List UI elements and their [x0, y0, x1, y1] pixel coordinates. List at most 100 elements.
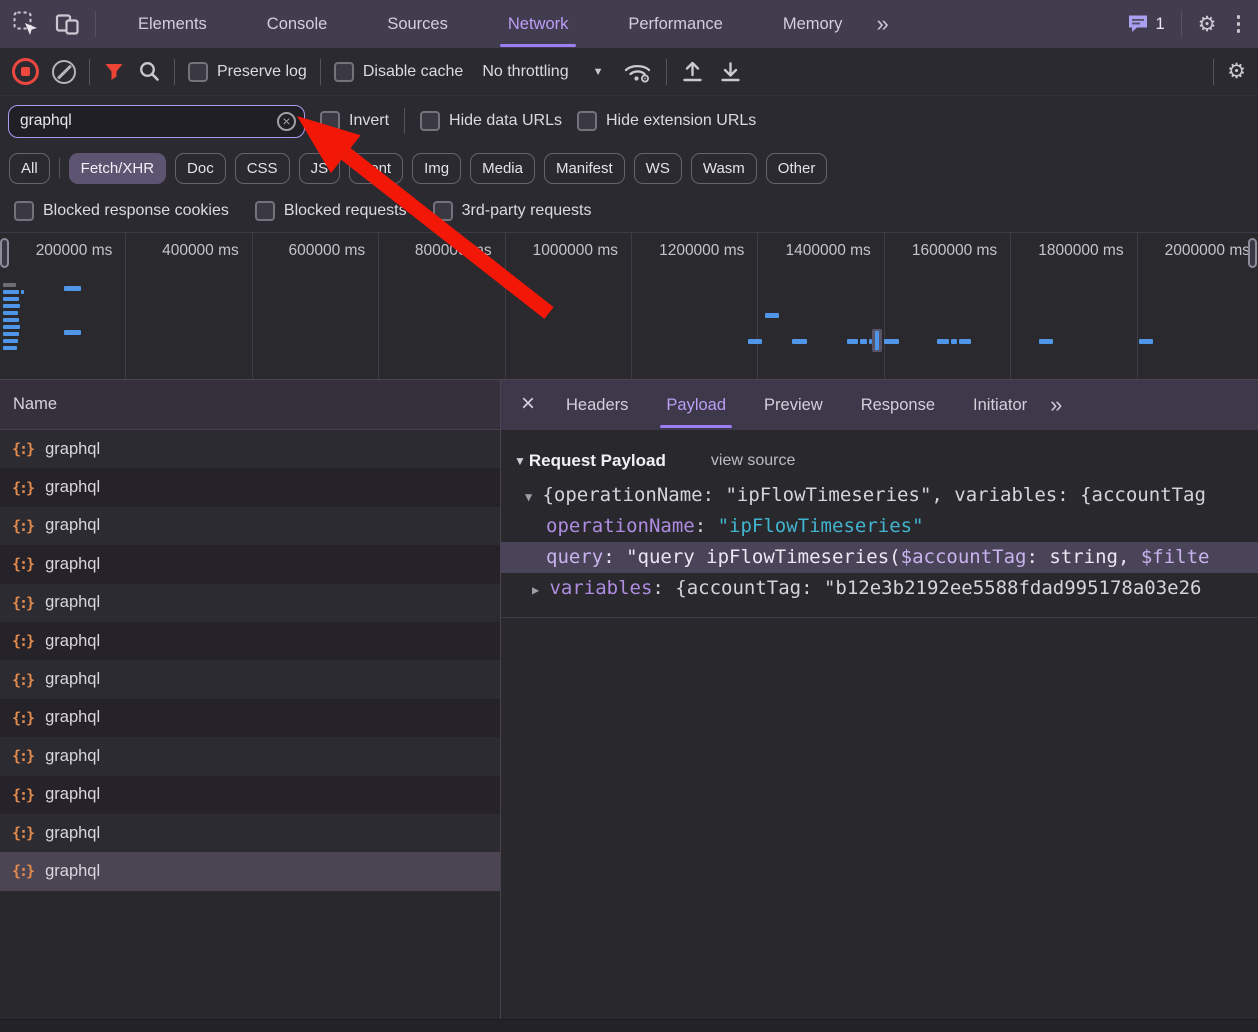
throttling-select[interactable]: No throttling ▼	[482, 63, 603, 81]
tab-memory[interactable]: Memory	[783, 0, 843, 48]
export-har-icon[interactable]	[718, 59, 743, 84]
tab-performance[interactable]: Performance	[628, 0, 722, 48]
type-chips: All Fetch/XHR Doc CSS JS Font Img Media Manifest…	[0, 146, 1258, 190]
request-row[interactable]: {:}graphql	[0, 507, 500, 545]
chevron-down-icon: ▼	[593, 66, 604, 78]
blocked-requests-checkbox[interactable]: Blocked requests	[255, 201, 407, 221]
more-details-tabs-button[interactable]: »	[1046, 394, 1066, 416]
search-icon[interactable]	[138, 60, 161, 83]
network-conditions-icon[interactable]	[622, 59, 653, 84]
chip-media[interactable]: Media	[470, 153, 535, 184]
chip-other[interactable]: Other	[766, 153, 828, 184]
section-caret-icon[interactable]: ▼	[514, 454, 526, 468]
timeline-overview[interactable]: 200000 ms400000 ms600000 ms800000 ms1000…	[0, 232, 1258, 380]
timeline-bar	[937, 339, 949, 344]
device-toolbar-icon[interactable]	[54, 12, 81, 37]
checkbox[interactable]	[433, 201, 453, 221]
payload-line[interactable]: operationName: "ipFlowTimeseries"	[501, 511, 1258, 542]
chip-img[interactable]: Img	[412, 153, 461, 184]
request-row[interactable]: {:}graphql	[0, 737, 500, 775]
chip-font[interactable]: Font	[349, 153, 403, 184]
import-har-icon[interactable]	[680, 59, 705, 84]
checkbox[interactable]	[420, 111, 440, 131]
details-tab-response[interactable]: Response	[861, 380, 935, 430]
request-row[interactable]: {:}graphql	[0, 622, 500, 660]
details-tab-initiator[interactable]: Initiator	[973, 380, 1027, 430]
checkbox[interactable]	[334, 62, 354, 82]
details-tab-preview[interactable]: Preview	[764, 380, 823, 430]
request-row[interactable]: {:}graphql	[0, 545, 500, 583]
request-row[interactable]: {:}graphql	[0, 814, 500, 852]
tab-sources[interactable]: Sources	[387, 0, 448, 48]
timeline-tick-label: 1000000 ms	[506, 233, 632, 379]
checkbox[interactable]	[255, 201, 275, 221]
request-row[interactable]: {:}graphql	[0, 430, 500, 468]
request-row[interactable]: {:}graphql	[0, 468, 500, 506]
request-row[interactable]: {:}graphql	[0, 699, 500, 737]
preserve-log-checkbox[interactable]: Preserve log	[188, 62, 307, 82]
payload-segment: {operationName: "ipFlowTimeseries", vari…	[542, 484, 1205, 506]
settings-gear-icon[interactable]: ⚙	[1198, 14, 1217, 35]
chip-wasm[interactable]: Wasm	[691, 153, 757, 184]
disable-cache-checkbox[interactable]: Disable cache	[334, 62, 464, 82]
fetch-json-icon: {:}	[12, 440, 33, 458]
chip-all[interactable]: All	[9, 153, 50, 184]
clear-network-log-button[interactable]	[52, 60, 76, 84]
view-source-link[interactable]: view source	[711, 452, 795, 470]
chip-ws[interactable]: WS	[634, 153, 682, 184]
request-name: graphql	[45, 824, 100, 843]
hide-extension-urls-checkbox[interactable]: Hide extension URLs	[577, 111, 756, 131]
request-row[interactable]: {:} graphql	[0, 584, 500, 622]
record-network-log-button[interactable]	[12, 58, 39, 85]
timeline-bar	[3, 311, 18, 315]
payload-line[interactable]: query: "query ipFlowTimeseries($accountT…	[501, 542, 1258, 573]
chip-manifest[interactable]: Manifest	[544, 153, 625, 184]
chip-css[interactable]: CSS	[235, 153, 290, 184]
request-row[interactable]: {:}graphql	[0, 776, 500, 814]
payload-segment: operationName	[546, 515, 695, 537]
checkbox[interactable]	[577, 111, 597, 131]
checkbox[interactable]	[14, 201, 34, 221]
details-tab-payload[interactable]: Payload	[666, 380, 726, 430]
chip-doc[interactable]: Doc	[175, 153, 226, 184]
clear-filter-icon[interactable]: ×	[277, 112, 296, 131]
chip-fetch-xhr[interactable]: Fetch/XHR	[69, 153, 166, 184]
filter-funnel-icon[interactable]	[103, 61, 125, 83]
network-settings-gear-icon[interactable]: ⚙	[1227, 61, 1246, 82]
hide-data-urls-checkbox[interactable]: Hide data URLs	[420, 111, 562, 131]
request-name: graphql	[45, 593, 100, 612]
timeline-left-handle[interactable]	[0, 238, 9, 268]
timeline-bar	[64, 330, 81, 335]
timeline-right-handle[interactable]	[1248, 238, 1257, 268]
console-messages-badge[interactable]: 1	[1127, 14, 1164, 34]
payload-line[interactable]: ▶ variables: {accountTag: "b12e3b2192ee5…	[501, 573, 1258, 604]
tab-network[interactable]: Network	[508, 0, 569, 48]
request-payload-section[interactable]: ▼ Request Payload view source	[501, 444, 1258, 478]
third-party-requests-checkbox[interactable]: 3rd-party requests	[433, 201, 592, 221]
chip-js[interactable]: JS	[299, 153, 341, 184]
timeline-bar	[3, 339, 18, 343]
checkbox[interactable]	[320, 111, 340, 131]
request-row[interactable]: {:}graphql	[0, 660, 500, 698]
kebab-menu-icon[interactable]	[1233, 11, 1245, 37]
tab-console[interactable]: Console	[267, 0, 328, 48]
details-tab-headers[interactable]: Headers	[566, 380, 628, 430]
filter-input[interactable]: graphql ×	[8, 105, 305, 138]
timeline-bar	[792, 339, 807, 344]
request-name: graphql	[45, 862, 100, 881]
timeline-tick-label: 1800000 ms	[1011, 233, 1137, 379]
fetch-json-icon: {:}	[12, 594, 33, 612]
timeline-bar	[21, 290, 24, 294]
inspect-element-icon[interactable]	[12, 10, 40, 38]
close-details-icon[interactable]: ×	[521, 392, 535, 416]
checkbox[interactable]	[188, 62, 208, 82]
request-table: Name {:}graphql{:}graphql{:}graphql{:}gr…	[0, 380, 501, 1032]
payload-tree: ▼ {operationName: "ipFlowTimeseries", va…	[501, 480, 1258, 604]
payload-line[interactable]: ▼ {operationName: "ipFlowTimeseries", va…	[501, 480, 1258, 511]
name-column-header[interactable]: Name	[0, 380, 500, 430]
tab-elements[interactable]: Elements	[138, 0, 207, 48]
request-row[interactable]: {:}graphql	[0, 852, 500, 890]
invert-checkbox[interactable]: Invert	[320, 111, 389, 131]
more-tabs-button[interactable]: »	[872, 13, 892, 35]
blocked-response-cookies-checkbox[interactable]: Blocked response cookies	[14, 201, 229, 221]
